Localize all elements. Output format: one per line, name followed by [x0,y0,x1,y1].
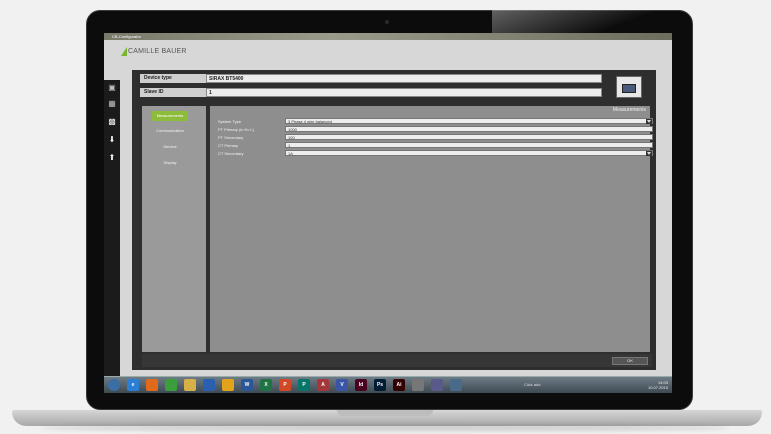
clock-date: 10.07.2015 [647,385,668,390]
field-row: PT Primary (in Kv L) 1000 [218,126,653,133]
device-type-label: Device type [144,75,172,81]
save-icon[interactable]: ▩ [108,118,116,126]
window-title: CB-Configurator [112,34,141,39]
outlook-icon[interactable] [222,379,234,391]
pt-primary-label: PT Primary (in Kv L) [218,127,254,132]
nav-service[interactable]: Service [152,142,188,152]
open-folder-icon[interactable]: ▦ [108,100,116,108]
pt-secondary-label: PT Secondary [218,135,244,140]
visio-icon[interactable]: V [336,379,348,391]
start-icon[interactable] [108,379,120,391]
pt-secondary-input[interactable]: 100 [285,134,653,140]
laptop-notch [337,410,433,416]
illustrator-icon[interactable]: Ai [393,379,405,391]
slave-id-label: Slave ID [144,89,164,95]
device-type-row: Device type SIRAX BT5400 [140,74,602,83]
firefox-icon[interactable] [146,379,158,391]
ct-primary-label: CT Primary [218,143,239,148]
section-title: Measurements [612,107,646,113]
powerpoint-icon[interactable]: P [279,379,291,391]
nav-communication[interactable]: Communication [152,126,188,136]
pt-primary-input[interactable]: 1000 [285,126,653,132]
download-icon[interactable]: ⬇ [108,136,116,144]
dialog-footer: OK [142,354,652,367]
field-row: PT Secondary 100 [218,134,653,141]
app-icon-3[interactable] [450,379,462,391]
logo-text: CAMILLE BAUER [128,47,187,55]
chevron-down-icon[interactable] [646,151,652,156]
ok-button[interactable]: OK [612,357,648,365]
media-icon[interactable] [203,379,215,391]
brand-logo: CAMILLE BAUER [121,45,187,57]
device-display [622,84,636,93]
ct-secondary-value: 1A [288,151,293,156]
nav-panel: Measurements Communication Service Displ… [142,106,208,352]
ie-icon[interactable]: e [127,379,139,391]
logo-mark-icon [121,46,127,56]
taskbar: e W X P P A V Id Ps Ai Click add 14:03 10.07.2015 [104,376,672,393]
chrome-icon[interactable] [165,379,177,391]
config-panel: Device type SIRAX BT5400 Slave ID 1 Meas… [132,70,656,370]
access-icon[interactable]: A [317,379,329,391]
system-type-label: System Type [218,119,242,124]
left-toolbar: ▣ ▦ ▩ ⬇ ⬆ [104,80,120,380]
field-row: System Type 3 Phase 4 wire balanced [218,118,653,125]
slave-id-field[interactable]: 1 [206,88,602,97]
device-image [616,76,642,98]
system-type-select[interactable]: 3 Phase 4 wire balanced [285,118,653,124]
screen: CB-Configurator CAMILLE BAUER ▣ ▦ ▩ ⬇ ⬆ … [104,33,672,393]
new-file-icon[interactable]: ▣ [108,84,116,92]
ct-secondary-label: CT Secondary [218,151,244,156]
word-icon[interactable]: W [241,379,253,391]
clock: 14:03 10.07.2015 [648,380,668,390]
app-icon-2[interactable] [431,379,443,391]
slave-id-row: Slave ID 1 [140,88,602,97]
tray-notification: Click add [524,382,541,387]
laptop-shadow [40,425,730,431]
indesign-icon[interactable]: Id [355,379,367,391]
measurements-section: Measurements System Type 3 Phase 4 wire … [210,106,653,352]
nav-measurements[interactable]: Measurements [152,111,188,121]
app-window: CAMILLE BAUER ▣ ▦ ▩ ⬇ ⬆ Device type SIRA… [104,40,672,380]
nav-display[interactable]: Display [152,158,188,168]
excel-icon[interactable]: X [260,379,272,391]
device-type-value: SIRAX BT5400 [206,74,602,83]
photoshop-icon[interactable]: Ps [374,379,386,391]
system-type-value: 3 Phase 4 wire balanced [288,119,332,124]
chevron-down-icon[interactable] [646,119,652,124]
window-titlebar: CB-Configurator [104,33,672,40]
explorer-icon[interactable] [184,379,196,391]
upload-icon[interactable]: ⬆ [108,154,116,162]
field-row: CT Secondary 1A [218,150,653,157]
webcam [385,20,389,24]
app-icon-1[interactable] [412,379,424,391]
publisher-icon[interactable]: P [298,379,310,391]
ct-secondary-select[interactable]: 1A [285,150,653,156]
ct-primary-input[interactable]: 1 [285,142,653,148]
field-row: CT Primary 1 [218,142,653,149]
